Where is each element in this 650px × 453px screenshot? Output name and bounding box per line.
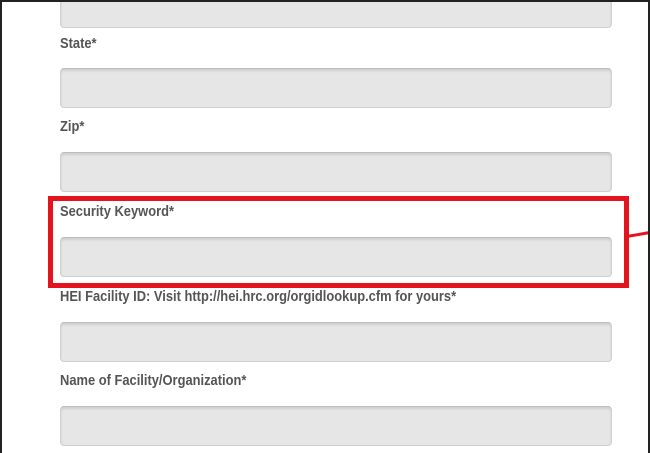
state-field[interactable] [60,68,612,108]
zip-label: Zip* [60,118,85,135]
state-label: State* [60,35,97,52]
address-field[interactable] [60,2,612,28]
form-panel: State* Zip* Security Keyword* HEI Facili… [0,0,650,453]
annotation-pointer-line [626,229,648,238]
facility-name-field[interactable] [60,406,612,446]
highlight-annotation-box [48,196,629,288]
hei-facility-id-label: HEI Facility ID: Visit http://hei.hrc.or… [60,288,457,305]
zip-field[interactable] [60,152,612,192]
facility-name-label: Name of Facility/Organization* [60,372,247,389]
hei-facility-id-field[interactable] [60,322,612,362]
